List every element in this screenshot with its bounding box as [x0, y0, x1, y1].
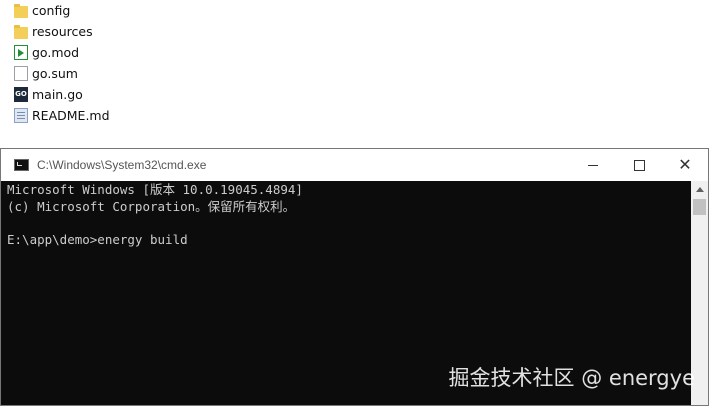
file-item-readme[interactable]: README.md	[14, 105, 110, 126]
go-file-icon: GO	[14, 87, 28, 102]
window-controls: ✕	[570, 149, 708, 181]
file-item-main-go[interactable]: GO main.go	[14, 84, 110, 105]
file-name: main.go	[32, 87, 83, 102]
file-icon	[14, 66, 28, 81]
file-item-resources[interactable]: resources	[14, 21, 110, 42]
console-line: (c) Microsoft Corporation。保留所有权利。	[7, 198, 296, 214]
window-title: C:\Windows\System32\cmd.exe	[37, 158, 207, 172]
title-bar[interactable]: C:\Windows\System32\cmd.exe ✕	[1, 149, 708, 181]
minimize-button[interactable]	[570, 149, 616, 181]
file-name: resources	[32, 24, 93, 39]
file-name: go.mod	[32, 45, 80, 60]
close-icon: ✕	[678, 155, 692, 174]
file-name: README.md	[32, 108, 110, 123]
folder-icon	[14, 3, 28, 18]
markdown-file-icon	[14, 108, 28, 123]
maximize-button[interactable]	[616, 149, 662, 181]
file-name: config	[32, 3, 71, 18]
file-item-go-mod[interactable]: go.mod	[14, 42, 110, 63]
go-mod-file-icon	[14, 45, 28, 60]
file-item-config[interactable]: config	[14, 0, 110, 21]
maximize-icon	[633, 159, 645, 171]
console-line: E:\app\demo>energy build	[7, 231, 188, 247]
file-item-go-sum[interactable]: go.sum	[14, 63, 110, 84]
folder-icon	[14, 24, 28, 39]
file-name: go.sum	[32, 66, 78, 81]
scroll-up-icon[interactable]	[691, 181, 708, 198]
file-list: config resources go.mod go.sum GO main.g…	[14, 0, 110, 126]
close-button[interactable]: ✕	[662, 149, 708, 181]
console-line: Microsoft Windows [版本 10.0.19045.4894]	[7, 182, 303, 197]
watermark: 掘金技术社区 @ energye	[448, 366, 695, 390]
minimize-icon	[588, 164, 598, 166]
console-icon	[14, 159, 29, 171]
scroll-thumb[interactable]	[693, 199, 706, 215]
